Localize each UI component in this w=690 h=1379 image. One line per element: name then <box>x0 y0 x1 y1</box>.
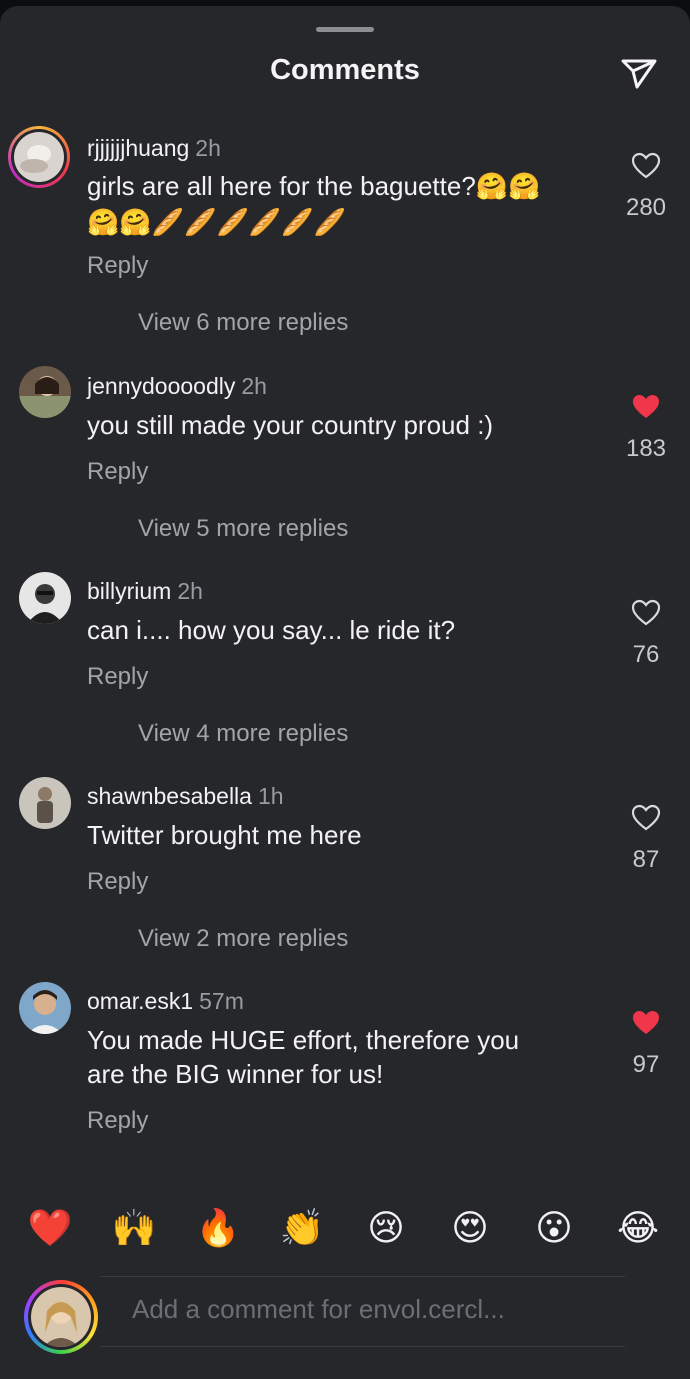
avatar[interactable] <box>19 366 71 418</box>
paper-plane-icon[interactable] <box>619 53 659 93</box>
reply-button[interactable]: Reply <box>87 868 148 896</box>
view-replies-link[interactable]: View 6 more replies <box>138 309 348 337</box>
avatar[interactable] <box>19 777 71 829</box>
username[interactable]: jennydoooodly <box>87 373 235 399</box>
username[interactable]: billyrium <box>87 578 171 604</box>
timestamp: 2h <box>177 578 203 604</box>
like-count: 87 <box>632 846 660 873</box>
reaction-heart-eyes[interactable]: 😍 <box>444 1202 496 1254</box>
my-avatar-ring <box>24 1280 98 1354</box>
avatar[interactable] <box>19 572 71 624</box>
avatar[interactable] <box>31 1287 91 1347</box>
comment-text-line-2: 🤗🤗🥖🥖🥖🥖🥖🥖 <box>87 207 346 237</box>
like-count: 280 <box>625 194 667 221</box>
page-title: Comments <box>270 54 420 86</box>
username[interactable]: shawnbesabella <box>87 783 252 809</box>
reaction-fire[interactable]: 🔥 <box>192 1202 244 1254</box>
reply-button[interactable]: Reply <box>87 252 148 280</box>
comment-header: rjjjjjjhuang 2h <box>87 135 221 162</box>
comment-text: Twitter brought me here <box>87 820 362 850</box>
heart-filled-icon[interactable] <box>631 393 661 420</box>
timestamp: 1h <box>257 783 284 809</box>
avatar[interactable] <box>19 982 71 1034</box>
timestamp: 57m <box>199 988 244 1014</box>
heart-outline-icon[interactable] <box>631 152 661 179</box>
comment-header: billyrium 2h <box>87 578 203 605</box>
drag-handle[interactable] <box>316 27 374 32</box>
avatar[interactable] <box>14 132 64 182</box>
reply-button[interactable]: Reply <box>87 458 148 486</box>
heart-outline-icon[interactable] <box>631 599 661 626</box>
divider <box>100 1346 625 1347</box>
like-count: 76 <box>632 641 660 668</box>
story-ring[interactable] <box>8 126 70 188</box>
reaction-laughing-face[interactable]: 😂 <box>612 1202 664 1254</box>
view-replies-link[interactable]: View 2 more replies <box>138 925 348 953</box>
comment-text: You made HUGE effort, therefore you <box>87 1025 520 1055</box>
quick-reactions-bar: ❤️ 🙌 🔥 👏 😢 😍 😮 😂 <box>0 1202 690 1254</box>
username[interactable]: omar.esk1 <box>87 988 193 1014</box>
heart-outline-icon[interactable] <box>631 804 661 831</box>
comments-sheet: Comments rjjjjjjhuang 2h girls are all he… <box>0 6 690 1379</box>
divider <box>100 1276 625 1277</box>
comment-text-line-2: are the BIG winner for us! <box>87 1059 384 1089</box>
comment-text: can i.... how you say... le ride it? <box>87 615 456 645</box>
comment-header: jennydoooodly 2h <box>87 373 267 400</box>
comment-text: you still made your country proud :) <box>87 410 494 440</box>
heart-filled-icon[interactable] <box>631 1009 661 1036</box>
reply-button[interactable]: Reply <box>87 663 148 691</box>
timestamp: 2h <box>241 373 267 399</box>
view-replies-link[interactable]: View 5 more replies <box>138 515 348 543</box>
comment-text: girls are all here for the baguette?🤗🤗 <box>87 171 541 201</box>
reaction-raised-hands[interactable]: 🙌 <box>108 1202 160 1254</box>
like-count: 97 <box>632 1051 660 1078</box>
comment-header: shawnbesabella 1h <box>87 783 284 810</box>
reaction-clapping-hands[interactable]: 👏 <box>276 1202 328 1254</box>
username[interactable]: rjjjjjjhuang <box>87 135 189 161</box>
reaction-crying-face[interactable]: 😢 <box>360 1202 412 1254</box>
comment-header: omar.esk1 57m <box>87 988 244 1015</box>
timestamp: 2h <box>195 135 221 161</box>
view-replies-link[interactable]: View 4 more replies <box>138 720 348 748</box>
reply-button[interactable]: Reply <box>87 1107 148 1135</box>
like-count: 183 <box>625 435 667 462</box>
comment-input[interactable]: Add a comment for envol.cercl... <box>132 1294 505 1325</box>
reaction-surprised-face[interactable]: 😮 <box>528 1202 580 1254</box>
reaction-heart[interactable]: ❤️ <box>24 1202 76 1254</box>
